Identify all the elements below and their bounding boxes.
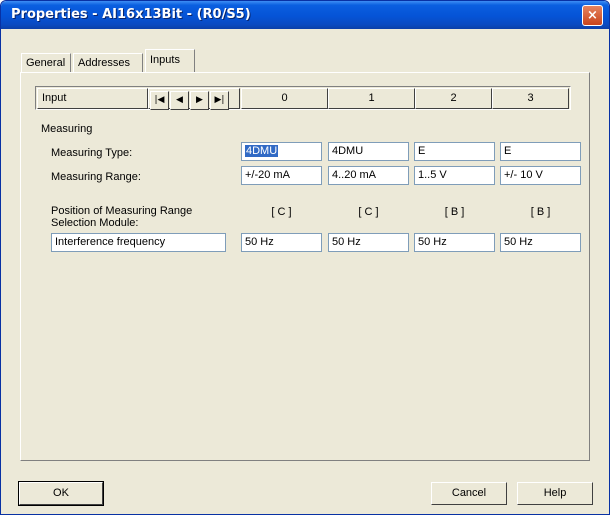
position-value-3: [ B ] (530, 206, 551, 218)
measuring-range-field-2[interactable]: 1..5 V (414, 166, 495, 185)
measuring-type-field-3[interactable]: E (500, 142, 581, 161)
tab-addresses[interactable]: Addresses (73, 53, 143, 72)
channel-header-2[interactable]: 2 (415, 88, 492, 109)
help-button[interactable]: Help (517, 482, 593, 505)
first-icon[interactable]: |◀ (150, 91, 169, 110)
measuring-type-label: Measuring Type: (51, 147, 133, 159)
measuring-type-field-2[interactable]: E (414, 142, 495, 161)
interference-frequency-field-3[interactable]: 50 Hz (500, 233, 581, 252)
tab-general[interactable]: General (21, 53, 71, 72)
position-value-1: [ C ] (358, 206, 379, 218)
tab-inputs[interactable]: Inputs (145, 49, 195, 72)
inputs-panel: Input |◀ ◀ ▶ ▶| 0 1 2 3 Measuring Measur… (20, 72, 590, 461)
measuring-type-field-1[interactable]: 4DMU (328, 142, 409, 161)
channel-header-0[interactable]: 0 (241, 88, 328, 109)
input-header-label: Input (37, 88, 148, 109)
position-value-0: [ C ] (271, 206, 292, 218)
interference-frequency-label-box: Interference frequency (51, 233, 226, 252)
title-bar[interactable]: Properties - AI16x13Bit - (R0/S5) × (1, 1, 609, 29)
position-label-line1: Position of Measuring Range (51, 205, 193, 217)
position-value-2: [ B ] (444, 206, 465, 218)
measuring-type-value-0: 4DMU (245, 145, 279, 157)
measuring-range-label: Measuring Range: (51, 171, 141, 183)
next-icon[interactable]: ▶ (190, 91, 209, 110)
interference-frequency-field-1[interactable]: 50 Hz (328, 233, 409, 252)
ok-button[interactable]: OK (18, 481, 104, 506)
measuring-range-field-3[interactable]: +/- 10 V (500, 166, 581, 185)
prev-icon[interactable]: ◀ (170, 91, 189, 110)
measuring-type-field-0[interactable]: 4DMU (241, 142, 322, 161)
interference-frequency-field-0[interactable]: 50 Hz (241, 233, 322, 252)
navigation-group: |◀ ◀ ▶ ▶| (148, 88, 240, 110)
close-icon: × (587, 8, 598, 23)
properties-dialog: Properties - AI16x13Bit - (R0/S5) × Gene… (0, 0, 610, 515)
cancel-button[interactable]: Cancel (431, 482, 507, 505)
measuring-range-field-1[interactable]: 4..20 mA (328, 166, 409, 185)
input-header-row: Input |◀ ◀ ▶ ▶| 0 1 2 3 (35, 86, 571, 110)
measuring-range-field-0[interactable]: +/-20 mA (241, 166, 322, 185)
interference-frequency-field-2[interactable]: 50 Hz (414, 233, 495, 252)
channel-header-1[interactable]: 1 (328, 88, 415, 109)
channel-header-3[interactable]: 3 (492, 88, 569, 109)
last-icon[interactable]: ▶| (210, 91, 229, 110)
measuring-section-label: Measuring (41, 123, 93, 135)
window-title: Properties - AI16x13Bit - (R0/S5) (11, 7, 251, 22)
close-button[interactable]: × (582, 5, 603, 26)
position-label-line2: Selection Module: (51, 217, 139, 229)
